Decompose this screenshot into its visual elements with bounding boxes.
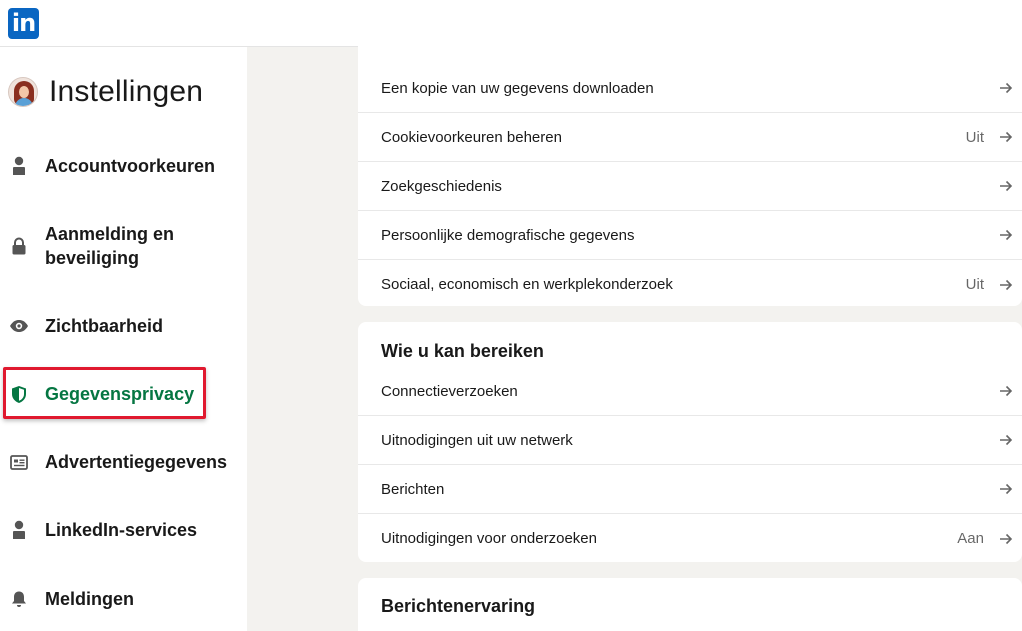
row-label: Berichten	[381, 480, 445, 498]
card-title: Wie u kan bereiken	[381, 341, 544, 361]
row-label: Connectieverzoeken	[381, 382, 518, 400]
settings-sidebar: Instellingen Accountvoorkeuren Aanmeldin…	[0, 47, 247, 631]
row-label: Sociaal, economisch en werkplekonderzoek	[381, 276, 673, 293]
sidebar-item-notifications[interactable]: Meldingen	[0, 587, 247, 611]
sidebar-item-visibility[interactable]: Zichtbaarheid	[0, 314, 247, 338]
row-label: Een kopie van uw gegevens downloaden	[381, 79, 654, 97]
network-invitations-row[interactable]: Uitnodigingen uit uw netwerk	[358, 416, 1022, 465]
arrow-right-icon	[998, 178, 1014, 194]
sidebar-item-label: LinkedIn-services	[45, 520, 198, 540]
sidebar-item-label: Advertentiegegevens	[45, 452, 228, 472]
avatar[interactable]	[8, 77, 38, 107]
eye-icon	[9, 314, 29, 338]
sidebar-item-advertising-data[interactable]: Advertentiegegevens	[0, 450, 247, 474]
row-status: Uit	[965, 128, 984, 146]
card-title: Berichtenervaring	[381, 596, 536, 616]
download-data-row[interactable]: Een kopie van uw gegevens downloaden	[358, 64, 1022, 113]
row-label: Persoonlijke demografische gegevens	[381, 226, 635, 244]
data-usage-card: Een kopie van uw gegevens downloaden Coo…	[358, 14, 1022, 306]
connection-requests-row[interactable]: Connectieverzoeken	[358, 367, 1022, 416]
messaging-experience-card: Berichtenervaring	[358, 578, 1022, 631]
sidebar-item-label: Accountvoorkeuren	[45, 156, 216, 176]
row-status: Aan	[957, 530, 984, 547]
social-economic-research-row[interactable]: Sociaal, economisch en werkplekonderzoek…	[358, 260, 1022, 309]
arrow-right-icon	[998, 80, 1014, 96]
who-can-reach-you-card: Wie u kan bereiken Connectieverzoeken Ui…	[358, 322, 1022, 562]
linkedin-logo-icon[interactable]: in	[8, 8, 39, 39]
research-invitations-row[interactable]: Uitnodigingen voor onderzoeken Aan	[358, 514, 1022, 563]
row-label: Uitnodigingen uit uw netwerk	[381, 431, 573, 449]
arrow-right-icon	[998, 277, 1014, 293]
row-label: Zoekgeschiedenis	[381, 177, 502, 195]
demographic-data-row[interactable]: Persoonlijke demografische gegevens	[358, 211, 1022, 260]
highlight-box	[3, 367, 206, 419]
sidebar-header: Instellingen	[8, 75, 203, 109]
card-header-clipped	[358, 14, 1022, 64]
messages-row[interactable]: Berichten	[358, 465, 1022, 514]
sidebar-item-label: Meldingen	[45, 589, 134, 609]
lock-icon	[9, 222, 29, 270]
arrow-right-icon	[998, 383, 1014, 399]
arrow-right-icon	[998, 129, 1014, 145]
row-label: Cookievoorkeuren beheren	[381, 128, 562, 146]
row-status: Uit	[965, 276, 984, 293]
sidebar-item-label: Zichtbaarheid	[45, 316, 164, 336]
page-title: Instellingen	[49, 75, 204, 108]
search-history-row[interactable]: Zoekgeschiedenis	[358, 162, 1022, 211]
arrow-right-icon	[998, 432, 1014, 448]
sidebar-item-sign-in-security[interactable]: Aanmelding en beveiliging	[0, 222, 247, 270]
sidebar-item-label: Aanmelding en beveiliging	[45, 224, 175, 268]
bell-icon	[9, 587, 29, 611]
sidebar-item-linkedin-services[interactable]: LinkedIn-services	[0, 518, 247, 542]
person-icon	[9, 518, 29, 542]
arrow-right-icon	[998, 531, 1014, 547]
newspaper-icon	[9, 450, 29, 474]
person-icon	[9, 154, 29, 178]
arrow-right-icon	[998, 481, 1014, 497]
arrow-right-icon	[998, 227, 1014, 243]
cookie-preferences-row[interactable]: Cookievoorkeuren beheren Uit	[358, 113, 1022, 162]
sidebar-item-account-preferences[interactable]: Accountvoorkeuren	[0, 154, 247, 178]
row-label: Uitnodigingen voor onderzoeken	[381, 530, 597, 547]
